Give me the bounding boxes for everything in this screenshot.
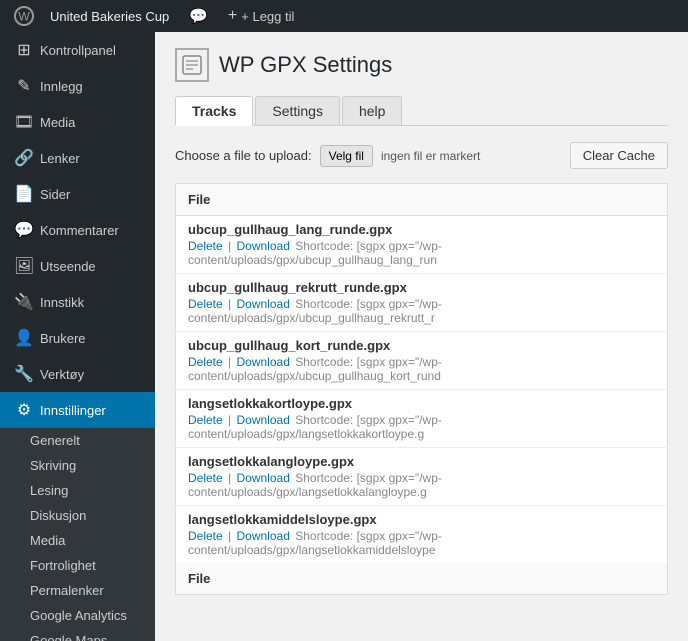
file-name: langsetlokkakortloype.gpx: [188, 396, 655, 411]
file-name: ubcup_gullhaug_rekrutt_runde.gpx: [188, 280, 655, 295]
svg-text:W: W: [18, 10, 30, 24]
sidebar-item-innlegg[interactable]: ✎ Innlegg: [0, 68, 155, 104]
submenu-diskusjon[interactable]: Diskusjon: [0, 503, 155, 528]
table-cell: langsetlokkalangloype.gpx Delete | Downl…: [176, 448, 668, 506]
sidebar: ⊞ Kontrollpanel ✎ Innlegg 🎞 Media 🔗 Lenk…: [0, 32, 155, 641]
delete-link-4[interactable]: Delete: [188, 471, 223, 485]
gpx-files-table: File ubcup_gullhaug_lang_runde.gpx Delet…: [175, 183, 668, 595]
page-icon: [175, 48, 209, 82]
upload-row: Choose a file to upload: Velg fil ingen …: [175, 142, 668, 169]
media-icon: 🎞: [14, 112, 34, 132]
site-name[interactable]: United Bakeries Cup: [40, 0, 179, 32]
page-title: WP GPX Settings: [219, 52, 392, 78]
links-icon: 🔗: [14, 148, 34, 168]
table-cell: langsetlokkakortloype.gpx Delete | Downl…: [176, 390, 668, 448]
pages-icon: 📄: [14, 184, 34, 204]
sidebar-item-lenker[interactable]: 🔗 Lenker: [0, 140, 155, 176]
sidebar-item-kommentarer[interactable]: 💬 Kommentarer: [0, 212, 155, 248]
table-cell: ubcup_gullhaug_lang_runde.gpx Delete | D…: [176, 216, 668, 274]
download-link-4[interactable]: Download: [237, 471, 290, 485]
delete-link-5[interactable]: Delete: [188, 529, 223, 543]
tools-icon: 🔧: [14, 364, 34, 384]
table-footer-file: File: [176, 563, 668, 595]
tab-settings[interactable]: Settings: [255, 96, 340, 125]
settings-submenu: Generelt Skriving Lesing Diskusjon Media…: [0, 428, 155, 641]
content-area: WP GPX Settings Tracks Settings help Cho…: [155, 32, 688, 641]
submenu-media[interactable]: Media: [0, 528, 155, 553]
table-cell: langsetlokkamiddelsloype.gpx Delete | Do…: [176, 506, 668, 564]
shortcode-2: Shortcode: [sgpx gpx="/wp-content/upload…: [188, 355, 442, 383]
file-name: ubcup_gullhaug_kort_runde.gpx: [188, 338, 655, 353]
file-actions: Delete | Download Shortcode: [sgpx gpx="…: [188, 355, 655, 383]
sidebar-item-utseende[interactable]: 🖼 Utseende: [0, 248, 155, 284]
download-link-1[interactable]: Download: [237, 297, 290, 311]
file-actions: Delete | Download Shortcode: [sgpx gpx="…: [188, 413, 655, 441]
upload-label: Choose a file to upload:: [175, 148, 312, 163]
submenu-google-maps[interactable]: Google Maps: [0, 628, 155, 641]
clear-cache-button[interactable]: Clear Cache: [570, 142, 668, 169]
sidebar-item-innstillinger[interactable]: ⚙ Innstillinger: [0, 392, 155, 428]
shortcode-1: Shortcode: [sgpx gpx="/wp-content/upload…: [188, 297, 442, 325]
plugins-icon: 🔌: [14, 292, 34, 312]
submenu-generelt[interactable]: Generelt: [0, 428, 155, 453]
appearance-icon: 🖼: [14, 256, 34, 276]
file-actions: Delete | Download Shortcode: [sgpx gpx="…: [188, 297, 655, 325]
delete-link-1[interactable]: Delete: [188, 297, 223, 311]
submenu-skriving[interactable]: Skriving: [0, 453, 155, 478]
file-actions: Delete | Download Shortcode: [sgpx gpx="…: [188, 529, 655, 557]
no-file-text: ingen fil er markert: [381, 149, 480, 163]
file-name: langsetlokkalangloype.gpx: [188, 454, 655, 469]
download-link-0[interactable]: Download: [237, 239, 290, 253]
tab-tracks[interactable]: Tracks: [175, 96, 253, 126]
delete-link-3[interactable]: Delete: [188, 413, 223, 427]
download-link-3[interactable]: Download: [237, 413, 290, 427]
posts-icon: ✎: [14, 76, 34, 96]
tab-help[interactable]: help: [342, 96, 402, 125]
tab-bar: Tracks Settings help: [175, 96, 668, 126]
shortcode-5: Shortcode: [sgpx gpx="/wp-content/upload…: [188, 529, 442, 557]
delete-link-0[interactable]: Delete: [188, 239, 223, 253]
page-title-row: WP GPX Settings: [175, 48, 668, 82]
choose-file-button[interactable]: Velg fil: [320, 145, 373, 167]
sidebar-item-verktoy[interactable]: 🔧 Verktøy: [0, 356, 155, 392]
comment-icon-bar[interactable]: 💬: [179, 0, 218, 32]
file-name: langsetlokkamiddelsloype.gpx: [188, 512, 655, 527]
plus-icon: +: [228, 7, 237, 25]
comments-icon: 💬: [14, 220, 34, 240]
main-layout: ⊞ Kontrollpanel ✎ Innlegg 🎞 Media 🔗 Lenk…: [0, 32, 688, 641]
wp-logo-icon[interactable]: W: [8, 0, 40, 32]
shortcode-4: Shortcode: [sgpx gpx="/wp-content/upload…: [188, 471, 442, 499]
table-cell: ubcup_gullhaug_kort_runde.gpx Delete | D…: [176, 332, 668, 390]
sidebar-item-media[interactable]: 🎞 Media: [0, 104, 155, 140]
users-icon: 👤: [14, 328, 34, 348]
file-actions: Delete | Download Shortcode: [sgpx gpx="…: [188, 471, 655, 499]
download-link-2[interactable]: Download: [237, 355, 290, 369]
submenu-google-analytics[interactable]: Google Analytics: [0, 603, 155, 628]
sidebar-item-sider[interactable]: 📄 Sider: [0, 176, 155, 212]
settings-icon: ⚙: [14, 400, 34, 420]
delete-link-2[interactable]: Delete: [188, 355, 223, 369]
table-row: langsetlokkalangloype.gpx Delete | Downl…: [176, 448, 668, 506]
table-row: ubcup_gullhaug_kort_runde.gpx Delete | D…: [176, 332, 668, 390]
submenu-permalenker[interactable]: Permalenker: [0, 578, 155, 603]
download-link-5[interactable]: Download: [237, 529, 290, 543]
table-row: langsetlokkamiddelsloype.gpx Delete | Do…: [176, 506, 668, 564]
table-row: langsetlokkakortloype.gpx Delete | Downl…: [176, 390, 668, 448]
sidebar-item-brukere[interactable]: 👤 Brukere: [0, 320, 155, 356]
table-row: ubcup_gullhaug_rekrutt_runde.gpx Delete …: [176, 274, 668, 332]
file-actions: Delete | Download Shortcode: [sgpx gpx="…: [188, 239, 655, 267]
shortcode-0: Shortcode: [sgpx gpx="/wp-content/upload…: [188, 239, 442, 267]
dashboard-icon: ⊞: [14, 40, 34, 60]
table-header-file: File: [176, 184, 668, 216]
submenu-fortrolighet[interactable]: Fortrolighet: [0, 553, 155, 578]
sidebar-item-innstikk[interactable]: 🔌 Innstikk: [0, 284, 155, 320]
file-name: ubcup_gullhaug_lang_runde.gpx: [188, 222, 655, 237]
sidebar-item-kontrollpanel[interactable]: ⊞ Kontrollpanel: [0, 32, 155, 68]
table-row: ubcup_gullhaug_lang_runde.gpx Delete | D…: [176, 216, 668, 274]
shortcode-3: Shortcode: [sgpx gpx="/wp-content/upload…: [188, 413, 442, 441]
admin-bar: W United Bakeries Cup 💬 + + Legg til: [0, 0, 688, 32]
add-new-button[interactable]: + + Legg til: [218, 0, 304, 32]
submenu-lesing[interactable]: Lesing: [0, 478, 155, 503]
table-cell: ubcup_gullhaug_rekrutt_runde.gpx Delete …: [176, 274, 668, 332]
